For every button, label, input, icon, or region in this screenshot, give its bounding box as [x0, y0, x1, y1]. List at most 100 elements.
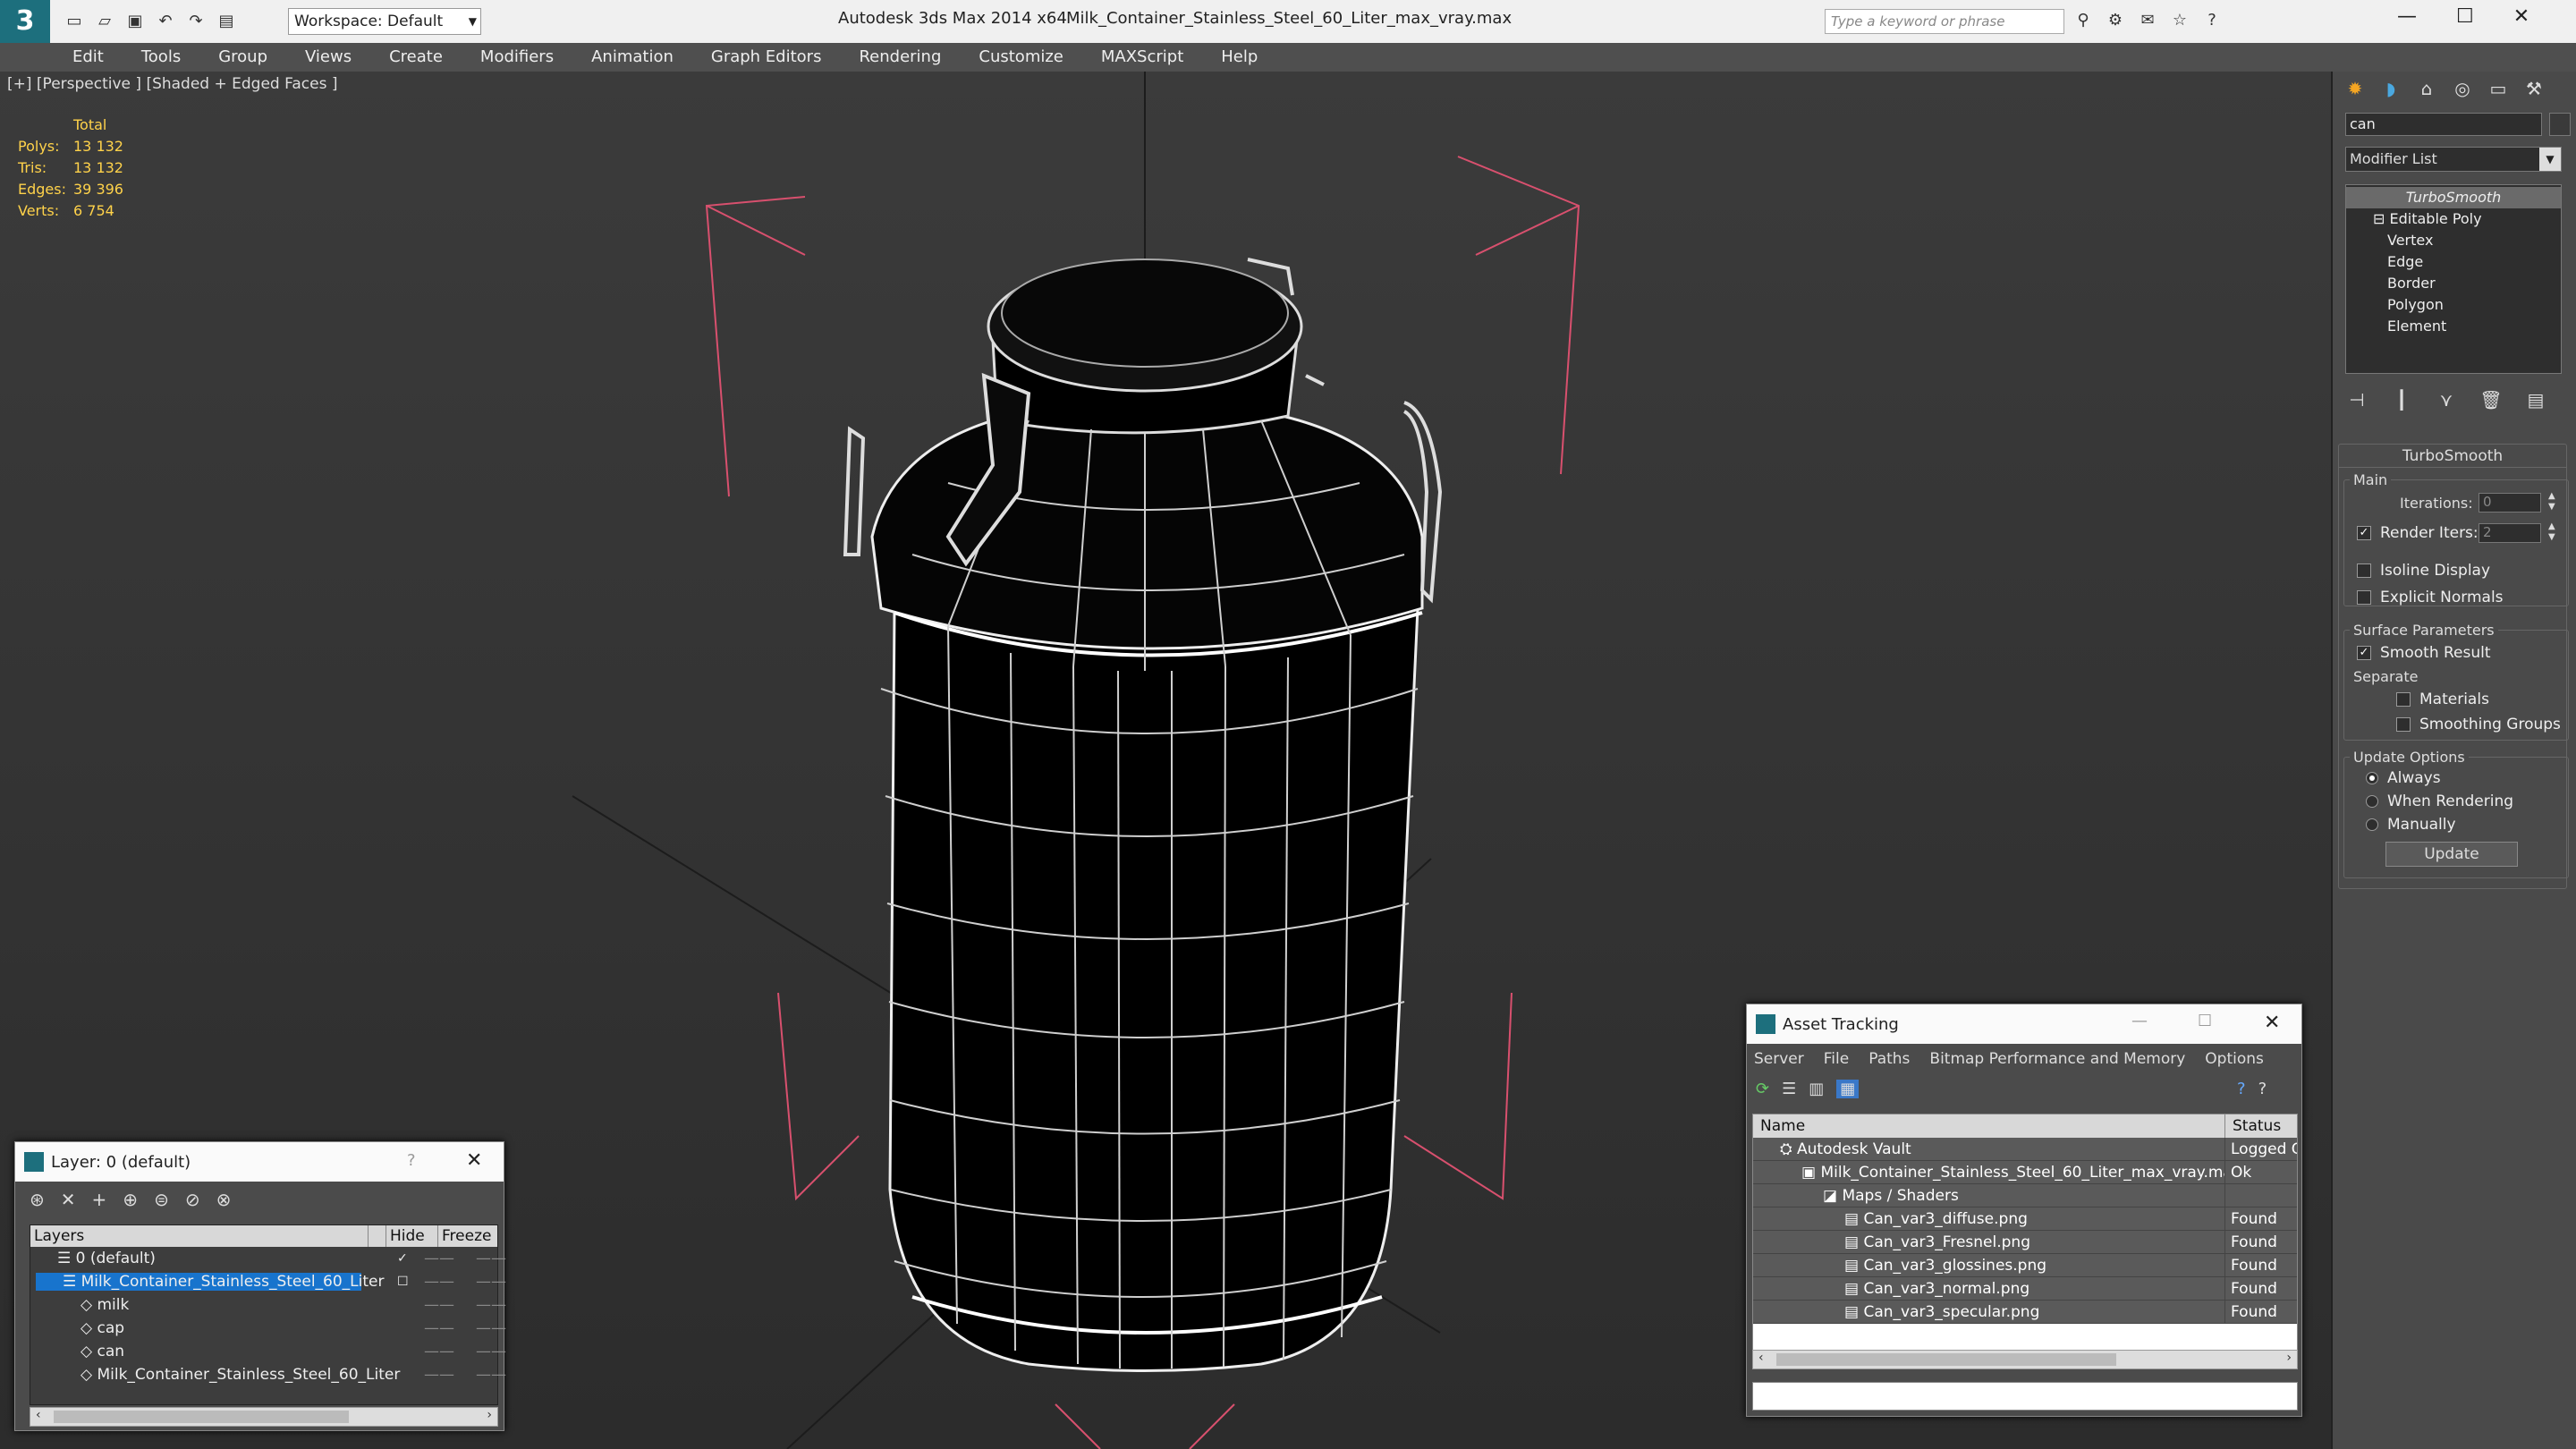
layer-row[interactable]: ☰ 0 (default) ✓ —— ——: [30, 1247, 506, 1270]
smoothing-groups-checkbox[interactable]: [2396, 717, 2411, 732]
minimize-icon[interactable]: —: [2397, 5, 2417, 28]
asset-row[interactable]: ▤ Can_var3_Fresnel.png Found: [1753, 1231, 2297, 1254]
layer-row[interactable]: ◇ Milk_Container_Stainless_Steel_60_Lite…: [30, 1363, 506, 1386]
minimize-icon[interactable]: —: [2131, 1012, 2148, 1030]
asset-row[interactable]: ▤ Can_var3_specular.png Found: [1753, 1301, 2297, 1324]
help-icon[interactable]: ?: [407, 1151, 416, 1170]
current-layer-icon[interactable]: ✓: [397, 1251, 408, 1266]
open-file-icon[interactable]: ▱: [93, 10, 116, 33]
stack-item-edge[interactable]: Edge: [2346, 251, 2561, 273]
asset-path-field[interactable]: [1752, 1382, 2298, 1411]
scroll-left-icon[interactable]: ‹: [1758, 1351, 1764, 1365]
asset-menu-options[interactable]: Options: [2205, 1046, 2264, 1072]
col-hide[interactable]: Hide: [386, 1225, 438, 1247]
freeze-toggle[interactable]: ——: [476, 1250, 506, 1267]
col-status[interactable]: Status: [2225, 1114, 2297, 1138]
col-freeze[interactable]: Freeze: [438, 1225, 492, 1247]
freeze-toggle[interactable]: ——: [476, 1343, 506, 1360]
delete-layer-icon[interactable]: ✕: [61, 1189, 76, 1210]
scroll-left-icon[interactable]: ‹: [36, 1408, 41, 1422]
stack-item-polygon[interactable]: Polygon: [2346, 294, 2561, 316]
select-objects-icon[interactable]: ⊕: [123, 1189, 138, 1210]
spinner-arrows-icon[interactable]: ▲ ▼: [2548, 491, 2555, 513]
manually-radio[interactable]: [2366, 818, 2378, 831]
help-icon[interactable]: ?: [2200, 9, 2224, 32]
add-layer-icon[interactable]: +: [92, 1189, 107, 1210]
hide-toggle[interactable]: ——: [424, 1296, 454, 1314]
menu-create[interactable]: Create: [370, 43, 462, 72]
smooth-result-checkbox[interactable]: ✓: [2357, 646, 2371, 660]
hide-toggle[interactable]: ——: [424, 1319, 454, 1337]
modify-tab-icon[interactable]: ◗: [2377, 75, 2404, 102]
configure-sets-icon[interactable]: ▤: [2522, 386, 2549, 413]
asset-row[interactable]: ▤ Can_var3_diffuse.png Found: [1753, 1208, 2297, 1231]
make-unique-icon[interactable]: ⋎: [2433, 386, 2460, 413]
render-iters-spinner[interactable]: 2: [2479, 523, 2541, 543]
iterations-spinner[interactable]: 0: [2479, 493, 2541, 513]
asset-row[interactable]: ▤ Can_var3_glossines.png Found: [1753, 1254, 2297, 1277]
communication-icon[interactable]: ✉: [2136, 9, 2159, 32]
display-tab-icon[interactable]: ▭: [2485, 75, 2512, 102]
scroll-right-icon[interactable]: ›: [487, 1408, 492, 1422]
app-logo[interactable]: 3: [0, 0, 50, 43]
maximize-icon[interactable]: ☐: [2198, 1012, 2212, 1030]
freeze-toggle[interactable]: ——: [476, 1366, 506, 1384]
current-layer-icon[interactable]: ☐: [397, 1275, 409, 1289]
isoline-checkbox[interactable]: [2357, 564, 2371, 578]
maximize-icon[interactable]: ☐: [2456, 5, 2474, 28]
hide-toggle[interactable]: ——: [424, 1343, 454, 1360]
subscription-icon[interactable]: ⚙: [2104, 9, 2127, 32]
save-icon[interactable]: ▣: [123, 10, 147, 33]
rollout-title[interactable]: TurboSmooth: [2339, 445, 2566, 468]
menu-views[interactable]: Views: [286, 43, 370, 72]
asset-menu-server[interactable]: Server: [1754, 1046, 1804, 1072]
thumbnail-view-icon[interactable]: ▥: [1809, 1080, 1824, 1098]
layer-scrollbar[interactable]: ‹ ›: [30, 1407, 498, 1427]
hide-toggle[interactable]: ——: [424, 1366, 454, 1384]
asset-menu-paths[interactable]: Paths: [1868, 1046, 1910, 1072]
close-icon[interactable]: ✕: [466, 1149, 482, 1172]
close-icon[interactable]: ✕: [2513, 5, 2529, 28]
menu-modifiers[interactable]: Modifiers: [462, 43, 572, 72]
create-tab-icon[interactable]: ✹: [2342, 75, 2368, 102]
asset-row[interactable]: ▤ Can_var3_normal.png Found: [1753, 1277, 2297, 1301]
table-view-icon[interactable]: ▦: [1836, 1080, 1860, 1098]
menu-edit[interactable]: Edit: [54, 43, 123, 72]
col-layers[interactable]: Layers: [30, 1225, 369, 1247]
asset-menu-file[interactable]: File: [1824, 1046, 1849, 1072]
hide-toggle[interactable]: ——: [424, 1273, 454, 1291]
pin-stack-icon[interactable]: ⊣: [2343, 386, 2370, 413]
hide-toggle[interactable]: ——: [424, 1250, 454, 1267]
utilities-tab-icon[interactable]: ⚒: [2521, 75, 2547, 102]
materials-checkbox[interactable]: [2396, 692, 2411, 707]
undo-icon[interactable]: ↶: [154, 10, 177, 33]
context-help-icon[interactable]: ?: [2258, 1080, 2267, 1098]
menu-customize[interactable]: Customize: [960, 43, 1081, 72]
freeze-toggle[interactable]: ——: [476, 1296, 506, 1314]
list-view-icon[interactable]: ☰: [1782, 1080, 1796, 1098]
layer-row[interactable]: ☰ Milk_Container_Stainless_Steel_60_Lite…: [30, 1270, 506, 1293]
remove-modifier-icon[interactable]: 🗑: [2478, 386, 2504, 413]
layer-row[interactable]: ◇ milk —— ——: [30, 1293, 506, 1317]
redo-icon[interactable]: ↷: [184, 10, 208, 33]
search-input[interactable]: Type a keyword or phrase: [1825, 9, 2064, 34]
favorites-icon[interactable]: ☆: [2168, 9, 2191, 32]
project-folder-icon[interactable]: ▤: [215, 10, 238, 33]
when-rendering-radio[interactable]: [2366, 795, 2378, 808]
menu-maxscript[interactable]: MAXScript: [1082, 43, 1202, 72]
spinner-arrows-icon[interactable]: ▲ ▼: [2548, 521, 2555, 543]
asset-menu-bitmap-performance-and-memory[interactable]: Bitmap Performance and Memory: [1929, 1046, 2185, 1072]
object-color-swatch[interactable]: [2549, 113, 2571, 136]
col-name[interactable]: Name: [1753, 1114, 2225, 1138]
stack-item-turbosmooth[interactable]: TurboSmooth: [2346, 187, 2561, 208]
asset-row[interactable]: ▣ Milk_Container_Stainless_Steel_60_Lite…: [1753, 1161, 2297, 1184]
menu-rendering[interactable]: Rendering: [840, 43, 960, 72]
hide-all-icon[interactable]: ⊘: [185, 1189, 200, 1210]
hierarchy-tab-icon[interactable]: ⌂: [2413, 75, 2440, 102]
binoculars-icon[interactable]: ⚲: [2072, 9, 2095, 32]
asset-row[interactable]: ⛭ Autodesk Vault Logged O: [1753, 1138, 2297, 1161]
menu-tools[interactable]: Tools: [123, 43, 199, 72]
stack-item-vertex[interactable]: Vertex: [2346, 230, 2561, 251]
menu-animation[interactable]: Animation: [572, 43, 692, 72]
asset-row[interactable]: ◪ Maps / Shaders: [1753, 1184, 2297, 1208]
